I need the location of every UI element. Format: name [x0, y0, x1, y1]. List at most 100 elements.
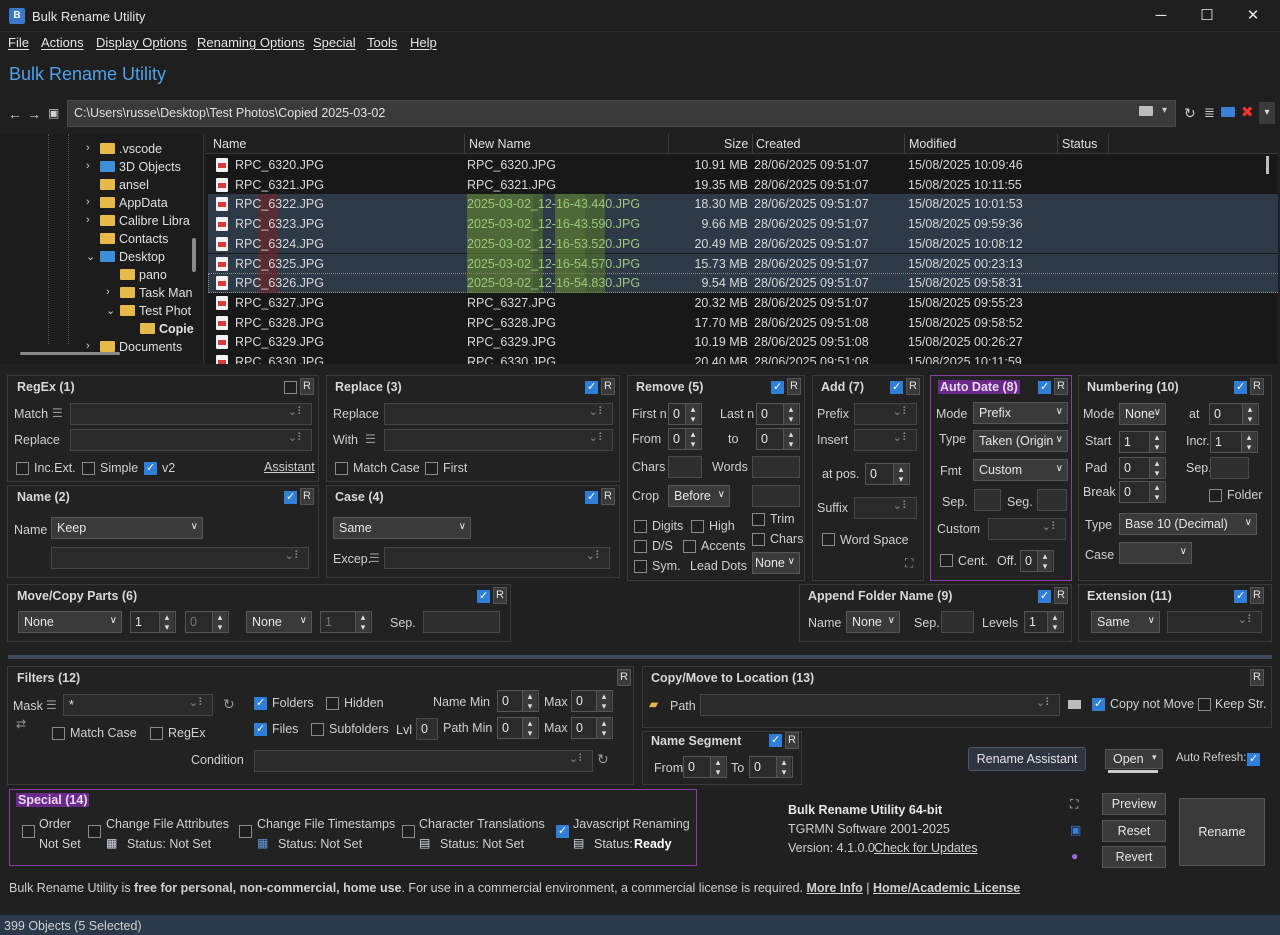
numbering-start-spinner[interactable]: 1 [1119, 431, 1166, 453]
table-row[interactable]: RPC_6325.JPG 2025-03-02_12-16-54.570.JPG 1… [208, 253, 1278, 274]
open-dropdown-icon[interactable]: ▾ [1152, 752, 1157, 763]
col-new-name[interactable]: New Name [469, 137, 531, 151]
case-reset-button[interactable]: R [601, 488, 615, 505]
copymove-reset-button[interactable]: R [1250, 669, 1264, 686]
col-name[interactable]: Name [213, 137, 246, 151]
file-list[interactable]: Name New Name Size Created Modified Stat… [206, 134, 1278, 364]
remove-accents-checkbox[interactable] [683, 540, 696, 553]
filters-mask-input[interactable]: * [63, 694, 213, 716]
menu-special[interactable]: Special [313, 35, 356, 50]
table-row[interactable]: RPC_6327.JPG RPC_6327.JPG 20.32 MB 28/06/20… [208, 293, 1278, 313]
name-enable-checkbox[interactable] [284, 490, 297, 504]
add-enable-checkbox[interactable] [890, 380, 903, 394]
fullscreen-icon[interactable]: ⛶ [1070, 797, 1078, 812]
more-info-link[interactable]: More Info [807, 881, 863, 895]
autodate-custom-input[interactable] [988, 518, 1066, 540]
filters-subfolders-checkbox[interactable] [311, 723, 324, 736]
filters-refresh-icon[interactable]: ↻ [223, 696, 235, 713]
rename-button[interactable]: Rename [1179, 798, 1265, 866]
movecopy-count1-spinner[interactable]: 1 [130, 611, 176, 633]
remove-to-spinner[interactable]: 0 [756, 428, 800, 450]
regex-enable-checkbox[interactable] [284, 381, 297, 394]
filters-hidden-checkbox[interactable] [326, 697, 339, 710]
tree-item[interactable]: ansel [100, 178, 149, 196]
add-reset-button[interactable]: R [906, 378, 920, 395]
close-button[interactable]: ✕ [1230, 4, 1276, 28]
movecopy-sep-input[interactable] [423, 611, 500, 633]
appendfolder-name-select[interactable]: None [846, 611, 900, 633]
filters-namemin-spinner[interactable]: 0 [497, 690, 539, 712]
tree-item[interactable]: ⌄ Desktop [86, 250, 165, 268]
more-dropdown-icon[interactable]: ▾ [1259, 102, 1275, 124]
movecopy-reset-button[interactable]: R [493, 587, 507, 604]
remove-crop-select[interactable]: Before [668, 485, 730, 507]
case-excep-input[interactable] [384, 547, 610, 569]
folder-tree[interactable]: › .vscode › 3D Objects ansel › AppData › Calibre… [0, 134, 204, 364]
numbering-reset-button[interactable]: R [1250, 378, 1264, 395]
autodate-off-spinner[interactable]: 0 [1020, 550, 1054, 572]
remove-sym-checkbox[interactable] [634, 560, 647, 573]
tree-item[interactable]: › 3D Objects [86, 160, 181, 178]
case-enable-checkbox[interactable] [585, 490, 598, 504]
filters-regex-checkbox[interactable] [150, 727, 163, 740]
numbering-mode-select[interactable]: None [1119, 403, 1166, 425]
table-row[interactable]: RPC_6324.JPG 2025-03-02_12-16-53.520.JPG 2… [208, 233, 1278, 254]
autodate-type-select[interactable]: Taken (Origin [973, 430, 1068, 452]
tree-item[interactable]: › Documents [86, 340, 182, 358]
drive-icon[interactable]: ▣ [48, 106, 59, 120]
menu-display-options[interactable]: Display Options [96, 35, 187, 50]
filters-condition-refresh-icon[interactable]: ↻ [597, 751, 609, 768]
remove-high-checkbox[interactable] [691, 520, 704, 533]
col-status[interactable]: Status [1062, 137, 1097, 151]
replace-with-input[interactable] [384, 429, 613, 451]
minimize-button[interactable]: ─ [1138, 4, 1184, 28]
add-insert-input[interactable] [854, 429, 917, 451]
preview-button[interactable]: Preview [1102, 793, 1166, 815]
forward-arrow-icon[interactable]: → [27, 106, 41, 122]
check-updates-link[interactable]: Check for Updates [874, 841, 978, 855]
back-arrow-icon[interactable]: ← [8, 106, 22, 122]
add-prefix-input[interactable] [854, 403, 917, 425]
extension-reset-button[interactable]: R [1250, 587, 1264, 604]
remove-words-input[interactable] [752, 456, 800, 478]
menu-help[interactable]: Help [410, 35, 437, 50]
tree-scrollbar[interactable] [192, 238, 196, 272]
table-row[interactable]: RPC_6321.JPG RPC_6321.JPG 19.35 MB 28/06/20… [208, 175, 1278, 195]
numbering-folder-checkbox[interactable] [1209, 489, 1222, 502]
remove-crop-input[interactable] [752, 485, 800, 507]
chevron-right-icon[interactable]: › [86, 160, 90, 172]
case-excep-menu-icon[interactable]: ☰ [369, 551, 380, 565]
regex-v2-checkbox[interactable] [144, 461, 157, 475]
chevron-right-icon[interactable]: › [106, 286, 110, 298]
numbering-at-spinner[interactable]: 0 [1209, 403, 1259, 425]
extension-input[interactable] [1167, 611, 1262, 633]
filters-pathmin-spinner[interactable]: 0 [497, 717, 539, 739]
remove-chars-checkbox[interactable] [752, 533, 765, 546]
autodate-reset-button[interactable]: R [1054, 378, 1068, 395]
movecopy-count3-spinner[interactable]: 1 [320, 611, 372, 633]
refresh-icon[interactable]: ↻ [1184, 105, 1196, 122]
tree-item[interactable]: › Calibre Libra [86, 214, 190, 232]
chevron-right-icon[interactable]: › [86, 142, 90, 154]
menu-renaming-options[interactable]: Renaming Options [197, 35, 305, 50]
add-atpos-spinner[interactable]: 0 [865, 463, 910, 485]
remove-trim-checkbox[interactable] [752, 513, 765, 526]
filters-lvl-input[interactable]: 0 [416, 718, 438, 740]
info-icon[interactable]: ● [1071, 849, 1078, 863]
table-row[interactable]: RPC_6320.JPG RPC_6320.JPG 10.91 MB 28/06/20… [208, 155, 1278, 175]
appendfolder-sep-input[interactable] [941, 611, 974, 633]
remove-lastn-spinner[interactable]: 0 [756, 403, 800, 425]
replace-matchcase-checkbox[interactable] [335, 462, 348, 475]
special-timestamps-checkbox[interactable] [239, 825, 252, 838]
add-wordspace-checkbox[interactable] [822, 533, 835, 546]
appendfolder-levels-spinner[interactable]: 1 [1024, 611, 1064, 633]
tree-item[interactable]: Copie [140, 322, 194, 340]
appendfolder-enable-checkbox[interactable] [1038, 589, 1051, 603]
replace-reset-button[interactable]: R [601, 378, 615, 395]
filters-matchcase-checkbox[interactable] [52, 727, 65, 740]
table-row[interactable]: RPC_6322.JPG 2025-03-02_12-16-43.440.JPG 1… [208, 194, 1278, 215]
autodate-enable-checkbox[interactable] [1038, 380, 1051, 394]
tree-item[interactable]: ⌄ Test Phot [106, 304, 191, 322]
clear-icon[interactable]: ✖ [1241, 103, 1254, 121]
movecopy-count2-spinner[interactable]: 0 [185, 611, 229, 633]
